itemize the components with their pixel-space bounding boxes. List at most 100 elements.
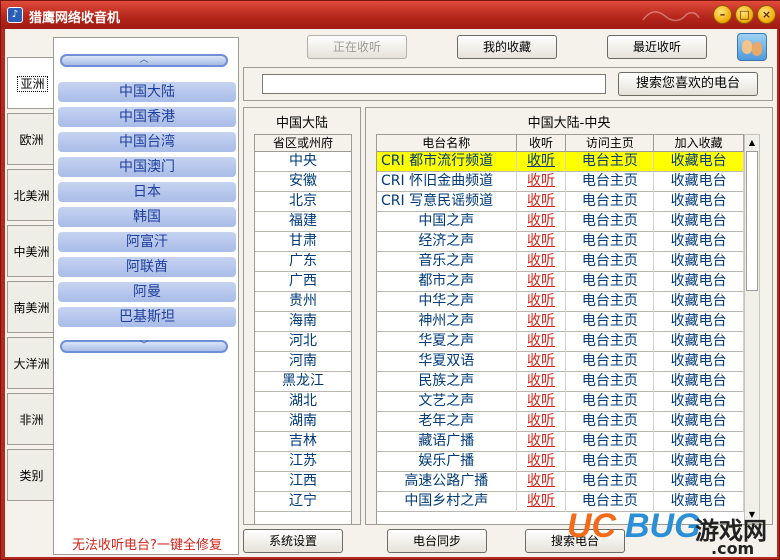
col-listen[interactable]: 收听 <box>516 134 567 152</box>
continent-tab[interactable]: 亚洲 <box>7 57 57 109</box>
add-favorite-link[interactable]: 收藏电台 <box>654 412 744 432</box>
province-item[interactable]: 福建 <box>255 212 351 232</box>
country-item[interactable]: 中国台湾 <box>58 132 236 152</box>
homepage-link[interactable]: 电台主页 <box>566 432 655 452</box>
country-scroll-down-button[interactable]: ﹀ <box>60 340 228 353</box>
add-favorite-link[interactable]: 收藏电台 <box>654 172 744 192</box>
station-row[interactable]: 文艺之声 收听 电台主页 收藏电台 <box>377 392 744 412</box>
station-row[interactable]: CRI 都市流行频道 收听 电台主页 收藏电台 <box>377 152 744 172</box>
country-item[interactable]: 韩国 <box>58 207 236 227</box>
listen-link[interactable]: 收听 <box>516 312 567 332</box>
country-item[interactable]: 中国大陆 <box>58 82 236 102</box>
station-row[interactable]: 老年之声 收听 电台主页 收藏电台 <box>377 412 744 432</box>
continent-tab[interactable]: 大洋洲 <box>7 337 55 389</box>
continent-tab[interactable]: 类别 <box>7 449 55 501</box>
province-item[interactable]: 河北 <box>255 332 351 352</box>
listen-link[interactable]: 收听 <box>516 252 567 272</box>
repair-link[interactable]: 无法收听电台?一键全修复 <box>56 534 238 553</box>
homepage-link[interactable]: 电台主页 <box>566 192 655 212</box>
add-favorite-link[interactable]: 收藏电台 <box>654 312 744 332</box>
homepage-link[interactable]: 电台主页 <box>566 212 655 232</box>
add-favorite-link[interactable]: 收藏电台 <box>654 232 744 252</box>
add-favorite-link[interactable]: 收藏电台 <box>654 352 744 372</box>
homepage-link[interactable]: 电台主页 <box>566 472 655 492</box>
listen-link[interactable]: 收听 <box>516 472 567 492</box>
listen-link[interactable]: 收听 <box>516 372 567 392</box>
continent-tab[interactable]: 非洲 <box>7 393 55 445</box>
province-item[interactable]: 湖南 <box>255 412 351 432</box>
add-favorite-link[interactable]: 收藏电台 <box>654 452 744 472</box>
province-item[interactable]: 湖北 <box>255 392 351 412</box>
province-item[interactable]: 江苏 <box>255 452 351 472</box>
province-item[interactable]: 海南 <box>255 312 351 332</box>
homepage-link[interactable]: 电台主页 <box>566 152 655 172</box>
province-item[interactable]: 贵州 <box>255 292 351 312</box>
add-favorite-link[interactable]: 收藏电台 <box>654 292 744 312</box>
province-item[interactable]: 辽宁 <box>255 492 351 512</box>
province-item[interactable]: 北京 <box>255 192 351 212</box>
station-row[interactable]: 音乐之声 收听 电台主页 收藏电台 <box>377 252 744 272</box>
listen-link[interactable]: 收听 <box>516 172 567 192</box>
homepage-link[interactable]: 电台主页 <box>566 392 655 412</box>
homepage-link[interactable]: 电台主页 <box>566 172 655 192</box>
country-item[interactable]: 日本 <box>58 182 236 202</box>
col-station-name[interactable]: 电台名称 <box>377 134 517 152</box>
add-favorite-link[interactable]: 收藏电台 <box>654 472 744 492</box>
add-favorite-link[interactable]: 收藏电台 <box>654 152 744 172</box>
country-item[interactable]: 阿富汗 <box>58 232 236 252</box>
province-item[interactable]: 中央 <box>255 152 351 172</box>
station-scrollbar[interactable]: ▲ ▼ <box>744 134 760 524</box>
province-item[interactable]: 江西 <box>255 472 351 492</box>
now-playing-button[interactable]: 正在收听 <box>307 35 407 59</box>
listen-link[interactable]: 收听 <box>516 152 567 172</box>
station-row[interactable]: 华夏之声 收听 电台主页 收藏电台 <box>377 332 744 352</box>
station-row[interactable]: 民族之声 收听 电台主页 收藏电台 <box>377 372 744 392</box>
close-button[interactable]: × <box>757 5 776 24</box>
my-favorites-button[interactable]: 我的收藏 <box>457 35 557 59</box>
scroll-up-arrow-icon[interactable]: ▲ <box>745 135 759 151</box>
province-item[interactable]: 甘肃 <box>255 232 351 252</box>
homepage-link[interactable]: 电台主页 <box>566 292 655 312</box>
system-settings-button[interactable]: 系统设置 <box>243 529 343 553</box>
homepage-link[interactable]: 电台主页 <box>566 452 655 472</box>
country-item[interactable]: 中国澳门 <box>58 157 236 177</box>
col-add-favorite[interactable]: 加入收藏 <box>654 134 744 152</box>
listen-link[interactable]: 收听 <box>516 192 567 212</box>
station-row[interactable]: 神州之声 收听 电台主页 收藏电台 <box>377 312 744 332</box>
add-favorite-link[interactable]: 收藏电台 <box>654 272 744 292</box>
maximize-button[interactable]: □ <box>735 5 754 24</box>
province-item[interactable]: 吉林 <box>255 432 351 452</box>
station-row[interactable]: 华夏双语 收听 电台主页 收藏电台 <box>377 352 744 372</box>
homepage-link[interactable]: 电台主页 <box>566 412 655 432</box>
listen-link[interactable]: 收听 <box>516 452 567 472</box>
homepage-link[interactable]: 电台主页 <box>566 332 655 352</box>
add-favorite-link[interactable]: 收藏电台 <box>654 432 744 452</box>
country-item[interactable]: 中国香港 <box>58 107 236 127</box>
minimize-button[interactable]: – <box>713 5 732 24</box>
province-item[interactable]: 广西 <box>255 272 351 292</box>
station-row[interactable]: 藏语广播 收听 电台主页 收藏电台 <box>377 432 744 452</box>
listen-link[interactable]: 收听 <box>516 332 567 352</box>
station-row[interactable]: 高速公路广播 收听 电台主页 收藏电台 <box>377 472 744 492</box>
station-row[interactable]: 都市之声 收听 电台主页 收藏电台 <box>377 272 744 292</box>
listen-link[interactable]: 收听 <box>516 212 567 232</box>
user-avatar-icon[interactable] <box>737 33 767 61</box>
country-item[interactable]: 阿联酋 <box>58 257 236 277</box>
continent-tab[interactable]: 欧洲 <box>7 113 55 165</box>
homepage-link[interactable]: 电台主页 <box>566 312 655 332</box>
station-row[interactable]: CRI 写意民谣频道 收听 电台主页 收藏电台 <box>377 192 744 212</box>
homepage-link[interactable]: 电台主页 <box>566 352 655 372</box>
country-scroll-up-button[interactable]: ︿ <box>60 54 228 67</box>
station-row[interactable]: CRI 怀旧金曲频道 收听 电台主页 收藏电台 <box>377 172 744 192</box>
homepage-link[interactable]: 电台主页 <box>566 272 655 292</box>
listen-link[interactable]: 收听 <box>516 352 567 372</box>
homepage-link[interactable]: 电台主页 <box>566 232 655 252</box>
title-bar[interactable]: ♪ 猎鹰网络收音机 – □ × <box>1 1 780 29</box>
province-item[interactable]: 黑龙江 <box>255 372 351 392</box>
scroll-thumb[interactable] <box>746 151 758 291</box>
continent-tab[interactable]: 北美洲 <box>7 169 55 221</box>
add-favorite-link[interactable]: 收藏电台 <box>654 212 744 232</box>
listen-link[interactable]: 收听 <box>516 292 567 312</box>
country-item[interactable]: 巴基斯坦 <box>58 307 236 327</box>
listen-link[interactable]: 收听 <box>516 412 567 432</box>
